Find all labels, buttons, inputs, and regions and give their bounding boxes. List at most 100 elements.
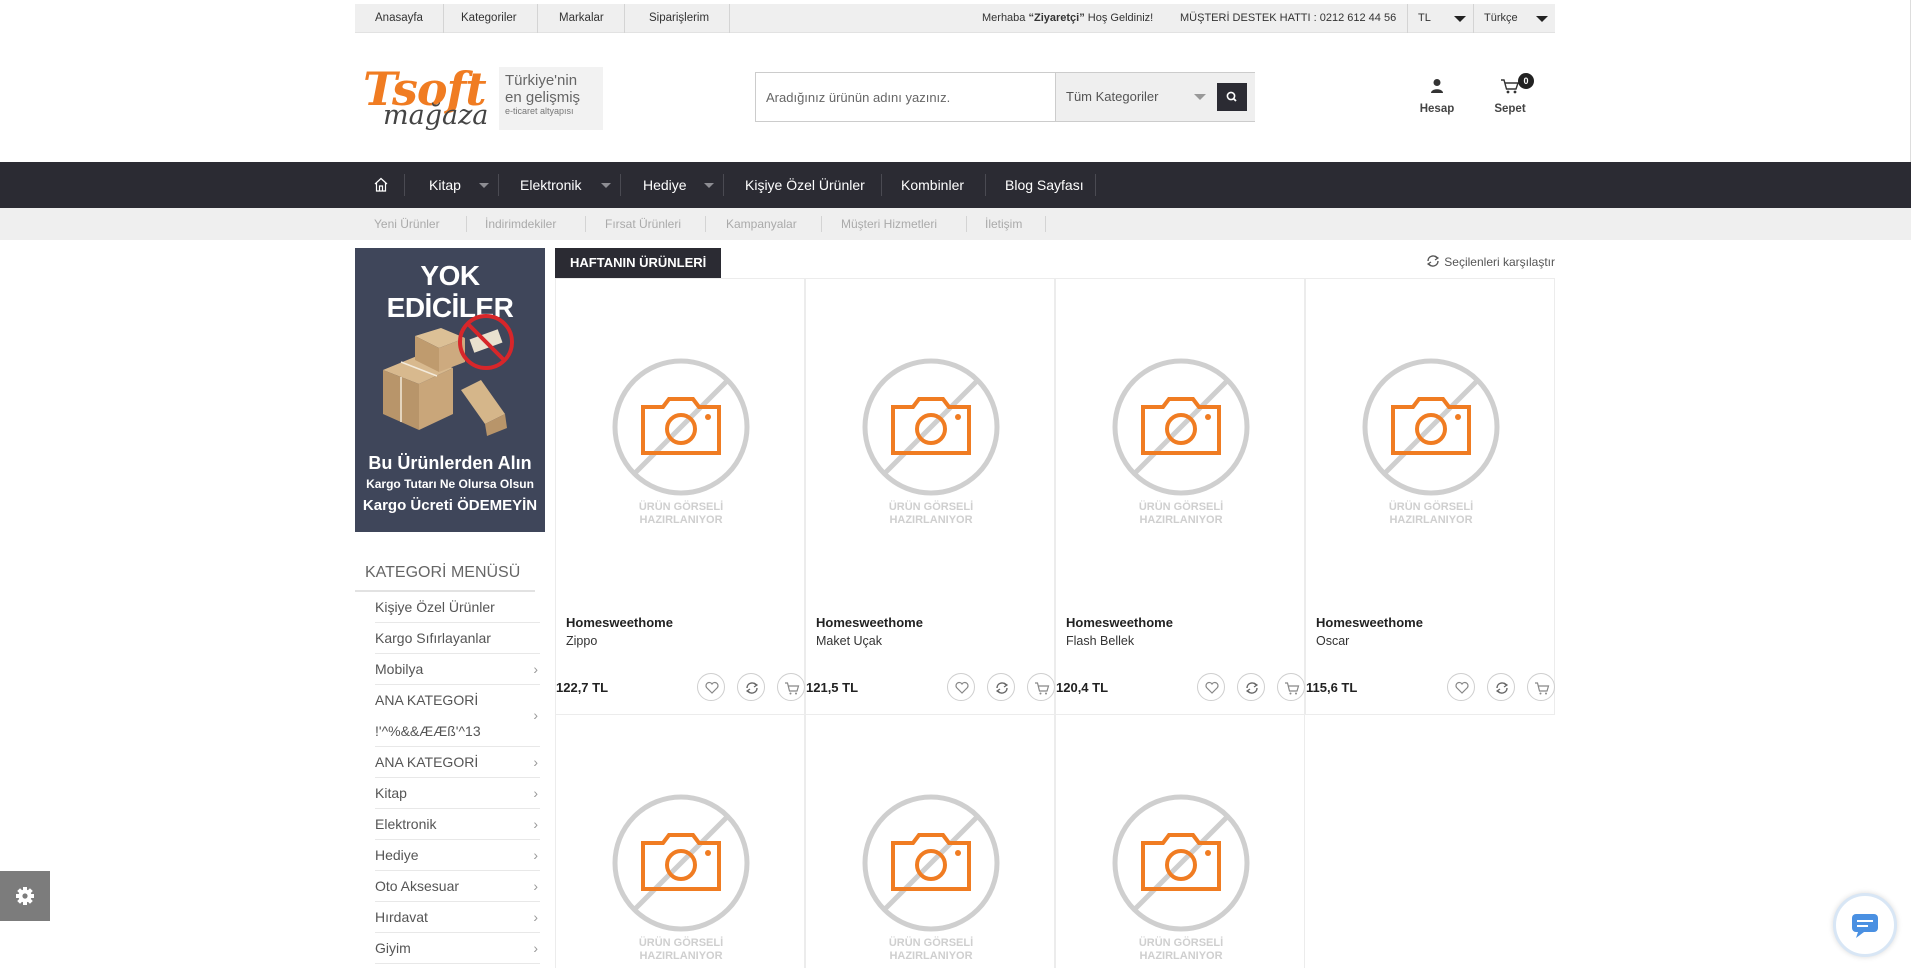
refresh-icon (1426, 255, 1440, 267)
subnav-divider (966, 216, 967, 232)
image-placeholder-icon (862, 794, 1000, 932)
subnav-item-deals[interactable]: Fırsat Ürünleri (605, 208, 681, 240)
category-item[interactable]: Hırdavat › (375, 902, 540, 933)
category-item[interactable]: Giyim › (375, 933, 540, 964)
favorite-button[interactable] (947, 673, 975, 701)
placeholder-caption-line-2: HAZIRLANIYOR (1389, 514, 1473, 526)
placeholder-caption-line-1: ÜRÜN GÖRSELİ (1388, 501, 1474, 513)
cart-count-badge: 0 (1518, 73, 1534, 89)
compare-button[interactable] (987, 673, 1015, 701)
subnav-item-campaigns[interactable]: Kampanyalar (726, 208, 797, 240)
product-brand[interactable]: Homesweethome (566, 615, 673, 630)
chevron-right-icon: › (533, 754, 538, 770)
heart-icon (705, 681, 719, 694)
product-brand[interactable]: Homesweethome (1316, 615, 1423, 630)
product-name[interactable]: Zippo (566, 634, 597, 648)
top-link-brands[interactable]: Markalar (539, 4, 625, 33)
product-card[interactable]: ÜRÜN GÖRSELİ HAZIRLANIYOR (555, 715, 805, 968)
category-item-label: Kitap (375, 785, 407, 801)
chevron-right-icon: › (533, 816, 538, 832)
settings-button[interactable] (0, 871, 50, 921)
subnav-item-discounts[interactable]: İndirimdekiler (485, 208, 556, 240)
tagline-line-2: en gelişmiş (505, 89, 581, 106)
category-item[interactable]: Mobilya › (375, 654, 540, 685)
search-button[interactable] (1217, 83, 1247, 111)
add-to-cart-button[interactable] (1027, 673, 1055, 701)
subnav-divider (466, 216, 467, 232)
category-item[interactable]: Oto Aksesuar › (375, 871, 540, 902)
category-item-label: Hırdavat (375, 909, 428, 925)
favorite-button[interactable] (1447, 673, 1475, 701)
refresh-icon (1495, 682, 1509, 694)
placeholder-caption: ÜRÜN GÖRSELİ HAZIRLANIYOR (1056, 501, 1306, 527)
add-to-cart-button[interactable] (1277, 673, 1305, 701)
product-name[interactable]: Oscar (1316, 634, 1349, 648)
image-placeholder-icon (1112, 358, 1250, 496)
category-item[interactable]: ANA KATEGORİ › (375, 747, 540, 778)
user-icon (1431, 79, 1443, 93)
live-chat-button[interactable] (1833, 893, 1897, 957)
top-link-categories[interactable]: Kategoriler (441, 4, 538, 33)
product-card[interactable]: ÜRÜN GÖRSELİ HAZIRLANIYOR (1055, 715, 1305, 968)
site-logo[interactable]: Tsoft mağaza Türkiye'nin en gelişmiş e-t… (363, 62, 603, 137)
product-card[interactable]: ÜRÜN GÖRSELİ HAZIRLANIYOR Homesweethome … (805, 279, 1055, 715)
account-button[interactable]: Hesap (1407, 78, 1467, 115)
chevron-right-icon: › (533, 661, 538, 677)
category-item[interactable]: ANA KATEGORİ !'^%&&ÆÆß'^13 › (375, 685, 540, 747)
placeholder-caption-line-2: HAZIRLANIYOR (639, 514, 723, 526)
product-price: 121,5 TL (806, 680, 859, 695)
promo-banner[interactable]: YOK EDİCİLER Bu Ürünlerden Alın Kargo Tu… (355, 248, 545, 532)
nav-item-kitap[interactable]: Kitap (429, 162, 461, 208)
nav-item-elektronik[interactable]: Elektronik (520, 162, 581, 208)
nav-item-blog[interactable]: Blog Sayfası (1005, 162, 1084, 208)
product-name[interactable]: Maket Uçak (816, 634, 882, 648)
category-item[interactable]: Kargo Sıfırlayanlar (375, 623, 540, 654)
search-icon (1226, 91, 1237, 102)
heart-icon (955, 681, 969, 694)
subnav-item-contact[interactable]: İletişim (985, 208, 1022, 240)
search-category-select[interactable]: Tüm Kategoriler (1055, 73, 1255, 121)
heart-icon (1455, 681, 1469, 694)
favorite-button[interactable] (697, 673, 725, 701)
category-item-label: Oto Aksesuar (375, 878, 460, 894)
nav-home-button[interactable] (373, 162, 389, 208)
language-select[interactable]: Türkçe (1473, 4, 1555, 33)
add-to-cart-button[interactable] (777, 673, 805, 701)
category-item[interactable]: Hediye › (375, 840, 540, 871)
language-value: Türkçe (1484, 12, 1518, 24)
product-brand[interactable]: Homesweethome (1066, 615, 1173, 630)
placeholder-caption-line-2: HAZIRLANIYOR (1139, 950, 1223, 962)
cart-button[interactable]: 0 Sepet (1480, 73, 1540, 115)
top-link-home[interactable]: Anasayfa (355, 4, 444, 33)
product-card[interactable]: ÜRÜN GÖRSELİ HAZIRLANIYOR Homesweethome … (1055, 279, 1305, 715)
top-link-orders[interactable]: Siparişlerim (629, 4, 731, 33)
product-card[interactable]: ÜRÜN GÖRSELİ HAZIRLANIYOR (805, 715, 1055, 968)
subnav-item-new[interactable]: Yeni Ürünler (374, 208, 440, 240)
nav-divider (881, 174, 882, 196)
nav-divider (404, 174, 405, 196)
add-to-cart-button[interactable] (1527, 673, 1555, 701)
product-name[interactable]: Flash Bellek (1066, 634, 1134, 648)
chevron-right-icon: › (533, 909, 538, 925)
compare-selected-link[interactable]: Seçilenleri karşılaştır (1425, 248, 1555, 276)
category-item-label: Kişiye Özel Ürünler (375, 599, 495, 615)
nav-item-kombinler[interactable]: Kombinler (901, 162, 964, 208)
product-brand[interactable]: Homesweethome (816, 615, 923, 630)
category-item[interactable]: Elektronik › (375, 809, 540, 840)
image-placeholder-icon (862, 358, 1000, 496)
subnav-item-support[interactable]: Müşteri Hizmetleri (841, 208, 937, 240)
compare-button[interactable] (1237, 673, 1265, 701)
product-card[interactable]: ÜRÜN GÖRSELİ HAZIRLANIYOR Homesweethome … (555, 279, 805, 715)
nav-item-kisiye-ozel[interactable]: Kişiye Özel Ürünler (745, 162, 865, 208)
favorite-button[interactable] (1197, 673, 1225, 701)
currency-select[interactable]: TL (1407, 4, 1473, 33)
compare-button[interactable] (737, 673, 765, 701)
category-item[interactable]: Kitap › (375, 778, 540, 809)
top-bar: Anasayfa Kategoriler Markalar Siparişler… (355, 4, 1555, 33)
nav-item-hediye[interactable]: Hediye (643, 162, 687, 208)
cart-icon (785, 682, 800, 695)
category-item[interactable]: Kişiye Özel Ürünler (375, 592, 540, 623)
product-card[interactable]: ÜRÜN GÖRSELİ HAZIRLANIYOR Homesweethome … (1305, 279, 1555, 715)
compare-button[interactable] (1487, 673, 1515, 701)
search-input[interactable] (756, 73, 1056, 121)
